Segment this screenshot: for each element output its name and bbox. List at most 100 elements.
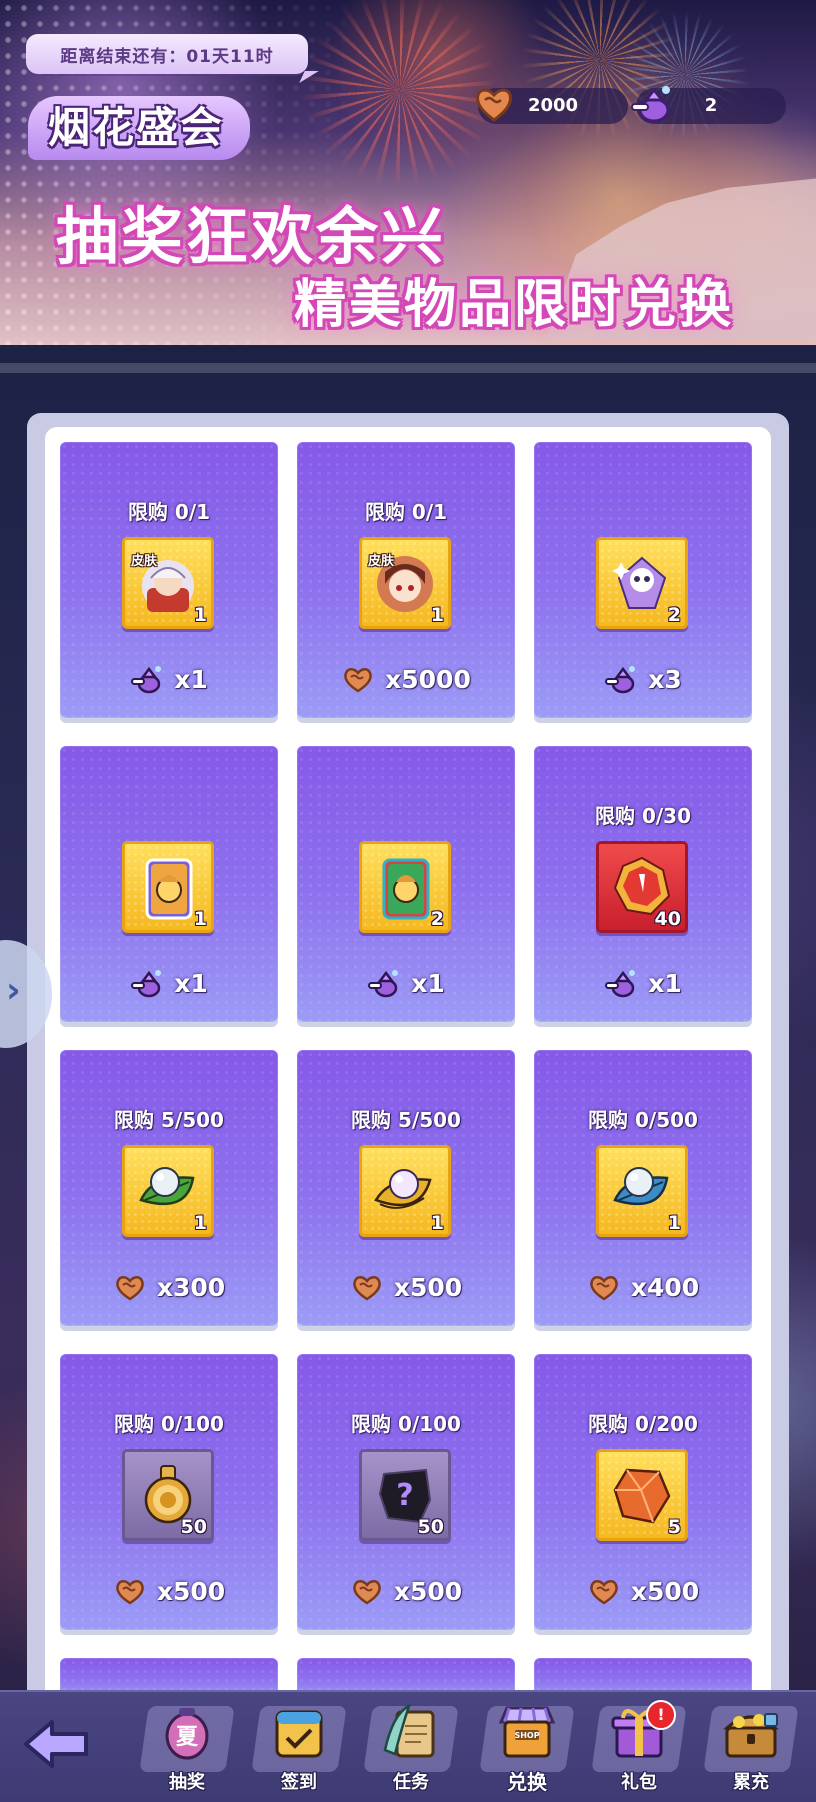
back-arrow-icon[interactable] [20, 1714, 92, 1774]
purchase-limit: 限购 0/1 [127, 500, 211, 524]
item-icon-box: 皮肤 1 [359, 537, 451, 629]
event-banner: 距离结束还有：01天11时 烟花盛会 抽奖狂欢余兴 精美物品限时兑换 2000 … [0, 0, 816, 345]
purple-pouch-icon [604, 966, 638, 1000]
nav-item-5[interactable]: 礼包! [584, 1696, 694, 1802]
skin-tag: 皮肤 [131, 554, 158, 569]
item-price: x1 [60, 966, 278, 1000]
green-card-icon [370, 852, 440, 922]
blue-leaf-pearl-icon [607, 1156, 677, 1226]
event-title: 烟花盛会 [28, 96, 251, 160]
purchase-limit: 限购 0/500 [588, 1108, 698, 1132]
heart-token-icon [587, 1574, 621, 1608]
purchase-limit: 限购 5/500 [351, 1108, 461, 1132]
nav-label: 抽奖 [169, 1772, 205, 1793]
heart-token-icon [350, 1574, 384, 1608]
orange-crystal-icon [607, 1460, 677, 1530]
shop-item-card-5[interactable]: 2 x1 [297, 746, 515, 1022]
green-leaf-pearl-icon [133, 1156, 203, 1226]
svg-text:SHOP: SHOP [514, 1731, 539, 1740]
shop-item-card-7[interactable]: 限购 5/500 1 x300 [60, 1050, 278, 1326]
shop-item-card-2[interactable]: 限购 0/1 皮肤 1 x5000 [297, 442, 515, 718]
item-price: x1 [534, 966, 752, 1000]
purple-pouch-icon [367, 966, 401, 1000]
item-quantity: 1 [430, 1212, 444, 1234]
nav-item-3[interactable]: 任务 [356, 1696, 466, 1802]
item-price: x5000 [297, 662, 515, 696]
item-quantity: 40 [654, 908, 681, 930]
chevron-right-icon: › [6, 970, 21, 1011]
shop-item-card-3[interactable]: 2 x3 [534, 442, 752, 718]
heart-token-icon [341, 662, 375, 696]
nav-label: 兑换 [507, 1770, 547, 1794]
purchase-limit: 限购 0/1 [364, 500, 448, 524]
rainbow-card-icon [133, 852, 203, 922]
item-icon-box: 40 [596, 841, 688, 933]
purchase-limit: 限购 0/100 [351, 1412, 461, 1436]
item-quantity: 2 [667, 604, 681, 626]
heart-token-balance: 2000 [476, 88, 628, 124]
purchase-limit: 限购 0/200 [588, 1412, 698, 1436]
price-value: x1 [174, 968, 208, 998]
notification-badge: ! [646, 1700, 676, 1730]
heart-token-icon [587, 1270, 621, 1304]
heart-token-icon [350, 1270, 384, 1304]
purple-pouch-icon [130, 966, 164, 1000]
nav-label: 签到 [281, 1772, 317, 1793]
item-icon-box: 5 [596, 1449, 688, 1541]
golden-pearl-icon [370, 1156, 440, 1226]
item-price: x300 [60, 1270, 278, 1304]
summer-lantern-icon: 夏 [165, 1708, 209, 1760]
item-price: x500 [297, 1574, 515, 1608]
svg-text:?: ? [396, 1478, 413, 1513]
event-countdown: 距离结束还有：01天11时 [26, 34, 308, 74]
shop-item-card-10[interactable]: 限购 0/100 50 x500 [60, 1354, 278, 1630]
item-price: x500 [60, 1574, 278, 1608]
item-icon-box: 2 [359, 841, 451, 933]
item-price: x500 [297, 1270, 515, 1304]
bottom-nav: 夏抽奖 签到 任务 SHOP 兑换 礼包! 累充 [0, 1690, 816, 1802]
price-value: x5000 [385, 664, 471, 694]
nav-item-1[interactable]: 夏抽奖 [132, 1696, 242, 1802]
purple-pouch-icon [130, 662, 164, 696]
item-quantity: 5 [667, 1516, 681, 1538]
item-icon-box: 1 [122, 1145, 214, 1237]
shop-item-card-1[interactable]: 限购 0/1 皮肤 1 x1 [60, 442, 278, 718]
shop-item-card-6[interactable]: 限购 0/30 40 x1 [534, 746, 752, 1022]
item-quantity: 1 [193, 604, 207, 626]
nav-item-6[interactable]: 累充 [696, 1696, 806, 1802]
item-quantity: 1 [193, 908, 207, 930]
heart-token-icon [113, 1270, 147, 1304]
price-value: x1 [174, 664, 208, 694]
treasure-chest-icon [723, 1713, 779, 1758]
price-value: x500 [393, 1272, 463, 1302]
price-value: x1 [411, 968, 445, 998]
heart-token-value: 2000 [527, 95, 579, 116]
item-icon-box: 1 [359, 1145, 451, 1237]
nav-label: 累充 [733, 1772, 769, 1793]
shop-item-card-4[interactable]: 1 x1 [60, 746, 278, 1022]
nav-label: 任务 [393, 1772, 429, 1793]
nav-item-2[interactable]: 签到 [244, 1696, 354, 1802]
price-value: x3 [648, 664, 682, 694]
item-icon-box: ? 50 [359, 1449, 451, 1541]
item-icon-box: 1 [596, 1145, 688, 1237]
svg-text:夏: 夏 [176, 1725, 199, 1750]
heart-token-icon [113, 1574, 147, 1608]
calendar-check-icon [275, 1710, 323, 1758]
purchase-limit: 限购 5/500 [114, 1108, 224, 1132]
shop-item-card-11[interactable]: 限购 0/100 ? 50 x500 [297, 1354, 515, 1630]
quest-scroll-icon [383, 1703, 435, 1758]
nav-item-4[interactable]: SHOP 兑换 [472, 1696, 582, 1802]
item-price: x3 [534, 662, 752, 696]
price-value: x1 [648, 968, 682, 998]
item-quantity: 50 [180, 1516, 207, 1538]
nav-label: 礼包 [621, 1772, 657, 1793]
item-icon-box: 皮肤 1 [122, 537, 214, 629]
shop-item-card-12[interactable]: 限购 0/200 5 x500 [534, 1354, 752, 1630]
shop-item-card-9[interactable]: 限购 0/500 1 x400 [534, 1050, 752, 1326]
skin-tag: 皮肤 [368, 554, 395, 569]
item-price: x400 [534, 1270, 752, 1304]
purple-pouch-icon [604, 662, 638, 696]
shop-item-card-8[interactable]: 限购 5/500 1 x500 [297, 1050, 515, 1326]
pouch-balance: 2 [631, 86, 786, 124]
